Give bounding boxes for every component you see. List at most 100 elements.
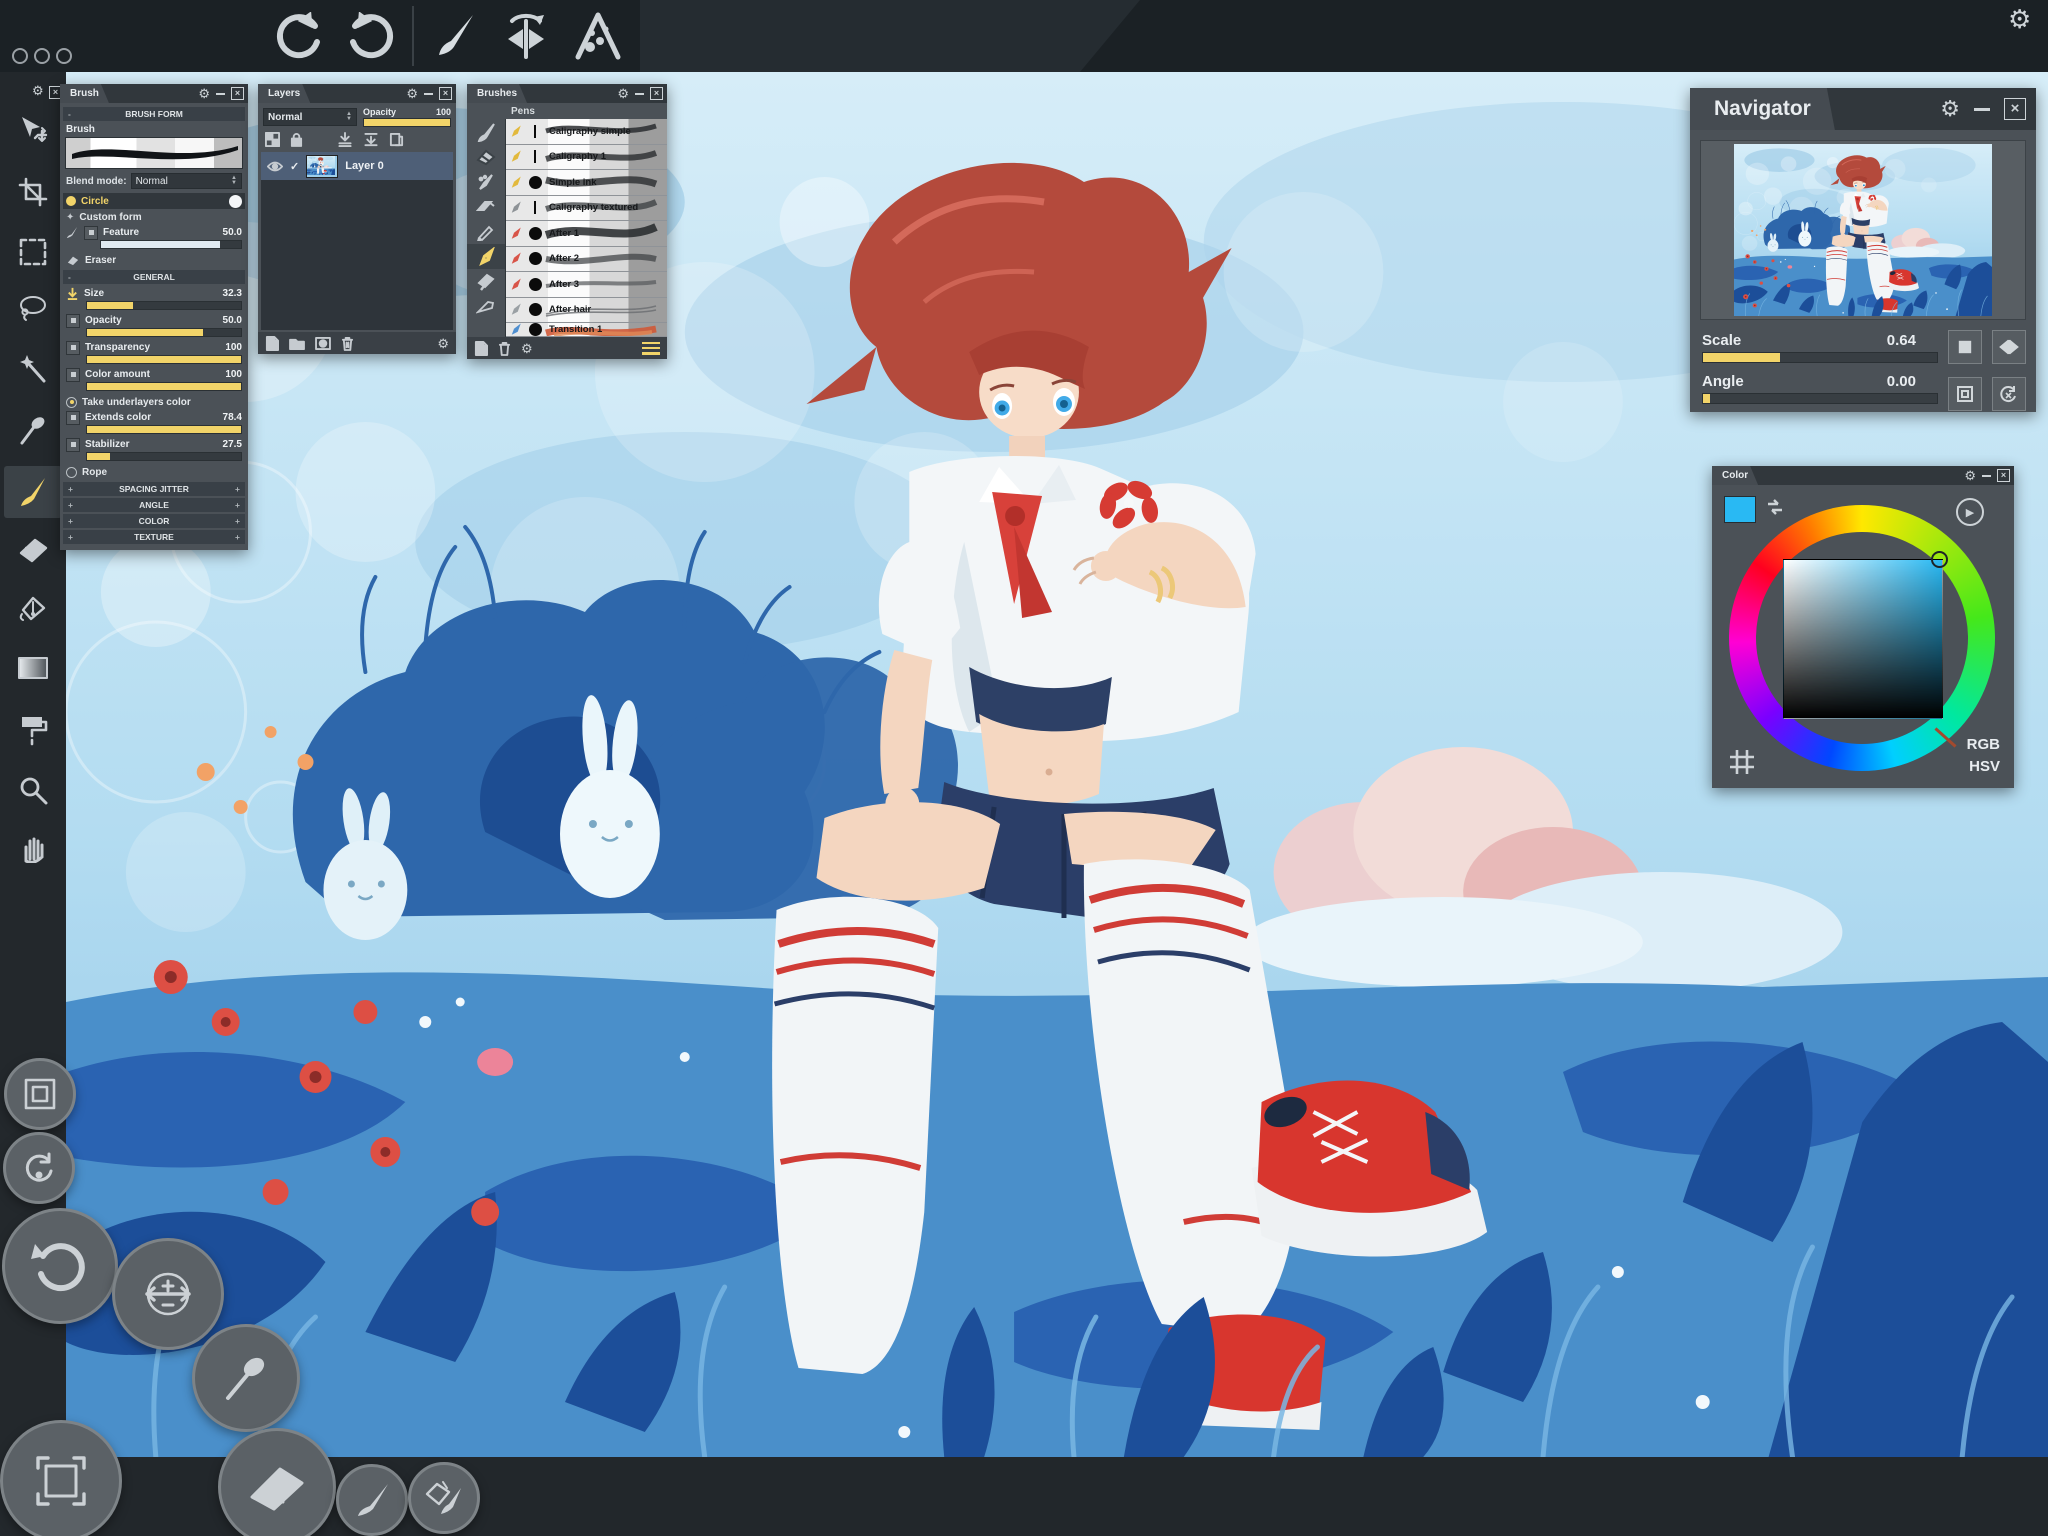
scale-slider[interactable] bbox=[1702, 352, 1938, 363]
brushes-panel-tab[interactable]: Brushes bbox=[467, 84, 527, 103]
brush-item[interactable]: Caligraphy textured bbox=[506, 196, 667, 222]
category-flatbrush-icon[interactable] bbox=[467, 194, 505, 219]
rope-row[interactable]: Rope bbox=[63, 464, 245, 480]
panel-minimize-icon[interactable] bbox=[424, 93, 433, 95]
sv-selector[interactable] bbox=[1931, 551, 1948, 568]
transparency-slider[interactable]: Transparency 100 bbox=[63, 340, 245, 367]
brush-item[interactable]: After hair bbox=[506, 298, 667, 324]
extends-color-slider[interactable]: Extends color 78.4 bbox=[63, 410, 245, 437]
layer-visibility-icon[interactable] bbox=[267, 161, 283, 172]
layer-opacity-slider[interactable]: Opacity100 bbox=[363, 107, 451, 127]
list-view-icon[interactable] bbox=[642, 342, 660, 355]
eraser-tool[interactable] bbox=[4, 524, 62, 576]
transparency-checkbox[interactable] bbox=[66, 341, 80, 355]
merge-all-icon[interactable] bbox=[363, 132, 379, 147]
panel-minimize-icon[interactable] bbox=[1974, 108, 1990, 111]
color-titlebar[interactable]: Color ⚙ × bbox=[1712, 466, 2014, 485]
zoom-tool[interactable] bbox=[4, 764, 62, 816]
hsv-label[interactable]: HSV bbox=[1969, 758, 2000, 775]
scatter-tool-icon[interactable] bbox=[566, 8, 630, 64]
brush-item[interactable]: Simple ink bbox=[506, 170, 667, 196]
category-pencil-icon[interactable] bbox=[467, 219, 505, 244]
category-roller-icon[interactable] bbox=[467, 269, 505, 294]
brush-tool[interactable] bbox=[4, 466, 62, 518]
brush-stroke-preview[interactable] bbox=[65, 137, 243, 169]
angle-slider[interactable] bbox=[1702, 393, 1938, 404]
swap-colors-icon[interactable] bbox=[1764, 496, 1786, 518]
brushes-settings-gear-icon[interactable]: ⚙ bbox=[521, 342, 533, 355]
panel-gear-icon[interactable]: ⚙ bbox=[198, 87, 210, 100]
take-underlayers-radio[interactable] bbox=[66, 397, 77, 408]
frame-icon[interactable] bbox=[1728, 748, 1756, 776]
panel-close-icon[interactable]: × bbox=[2004, 98, 2026, 120]
hand-tool[interactable] bbox=[4, 822, 62, 874]
magic-wand-tool[interactable] bbox=[4, 342, 62, 394]
layer-blend-dropdown[interactable]: Normal▲▼ bbox=[263, 108, 357, 126]
panel-minimize-icon[interactable] bbox=[635, 93, 644, 95]
crop-tool[interactable] bbox=[4, 166, 62, 218]
layer-row[interactable]: ✓ Layer 0 bbox=[261, 152, 453, 180]
reset-rotation-button[interactable] bbox=[3, 1132, 75, 1204]
rgb-label[interactable]: RGB bbox=[1967, 736, 2000, 753]
eyedropper-tool[interactable] bbox=[4, 404, 62, 456]
brush-item[interactable]: Caligraphy 1 bbox=[506, 145, 667, 171]
brush-item[interactable]: Transition 1 bbox=[506, 323, 667, 337]
duplicate-layer-icon[interactable] bbox=[389, 132, 404, 147]
sidebar-gear-icon[interactable]: ⚙ bbox=[32, 84, 44, 97]
layers-panel-titlebar[interactable]: Layers ⚙ × bbox=[258, 84, 456, 103]
merge-down-icon[interactable] bbox=[337, 132, 353, 147]
eraser-button[interactable] bbox=[218, 1428, 336, 1536]
brush-item[interactable]: Caligraphy simple bbox=[506, 119, 667, 145]
window-dot-1[interactable] bbox=[12, 48, 28, 64]
undo-button[interactable] bbox=[2, 1208, 118, 1324]
reset-angle-button[interactable] bbox=[1992, 377, 2026, 411]
panel-close-icon[interactable]: × bbox=[439, 87, 452, 100]
panel-gear-icon[interactable]: ⚙ bbox=[617, 87, 629, 100]
fit-screen-button[interactable] bbox=[0, 1420, 122, 1536]
navigator-preview[interactable] bbox=[1700, 140, 2026, 320]
category-eraser-icon[interactable] bbox=[467, 144, 505, 169]
color-tab[interactable]: Color bbox=[1712, 466, 1758, 485]
flip-horizontal-button[interactable] bbox=[1992, 330, 2026, 364]
brush-shape-custom[interactable]: ✦ Custom form bbox=[63, 209, 245, 225]
brush-item[interactable]: After 1 bbox=[506, 221, 667, 247]
color-amount-slider[interactable]: Color amount 100 bbox=[63, 367, 245, 394]
feature-checkbox[interactable] bbox=[84, 226, 98, 240]
new-layer-icon[interactable] bbox=[265, 336, 279, 351]
frame-button[interactable] bbox=[4, 1058, 76, 1130]
panel-close-icon[interactable]: × bbox=[231, 87, 244, 100]
new-brush-icon[interactable] bbox=[474, 341, 488, 356]
feature-slider[interactable]: Feature 50.0 bbox=[63, 225, 245, 252]
panel-gear-icon[interactable]: ⚙ bbox=[406, 87, 418, 100]
stop-button[interactable] bbox=[1948, 330, 1982, 364]
size-slider[interactable]: Size 32.3 bbox=[63, 286, 245, 313]
panel-gear-icon[interactable]: ⚙ bbox=[1940, 98, 1960, 120]
panel-close-icon[interactable]: × bbox=[1997, 469, 2010, 482]
settings-gear-icon[interactable]: ⚙ bbox=[2008, 6, 2031, 32]
stabilizer-checkbox[interactable] bbox=[66, 438, 80, 452]
brush-item[interactable]: After 2 bbox=[506, 247, 667, 273]
new-folder-icon[interactable] bbox=[289, 337, 305, 350]
lock-icon[interactable] bbox=[290, 132, 303, 147]
navigator-tab[interactable]: Navigator bbox=[1690, 88, 1835, 130]
layers-panel-tab[interactable]: Layers bbox=[258, 84, 310, 103]
opacity-checkbox[interactable] bbox=[66, 314, 80, 328]
symmetry-icon[interactable] bbox=[492, 8, 560, 64]
roller-tool[interactable] bbox=[4, 704, 62, 756]
delete-layer-icon[interactable] bbox=[341, 336, 354, 351]
brush-panel-titlebar[interactable]: Brush ⚙ × bbox=[60, 84, 248, 103]
brush-form-header[interactable]: -BRUSH FORM bbox=[63, 107, 245, 121]
undo-icon[interactable] bbox=[262, 8, 332, 64]
brush-shape-circle[interactable]: Circle bbox=[63, 193, 245, 209]
section-angle[interactable]: +ANGLE+ bbox=[63, 498, 245, 512]
lasso-tool[interactable] bbox=[4, 282, 62, 334]
brush-item[interactable]: After 3 bbox=[506, 272, 667, 298]
brush-tool-icon[interactable] bbox=[422, 8, 486, 64]
take-underlayers-row[interactable]: Take underlayers color bbox=[63, 394, 245, 410]
panel-minimize-icon[interactable] bbox=[216, 93, 225, 95]
panel-close-icon[interactable]: × bbox=[650, 87, 663, 100]
navigator-titlebar[interactable]: Navigator ⚙ × bbox=[1690, 88, 2036, 130]
section-color[interactable]: +COLOR+ bbox=[63, 514, 245, 528]
brush-button[interactable] bbox=[336, 1464, 408, 1536]
brush-panel-tab[interactable]: Brush bbox=[60, 84, 109, 103]
